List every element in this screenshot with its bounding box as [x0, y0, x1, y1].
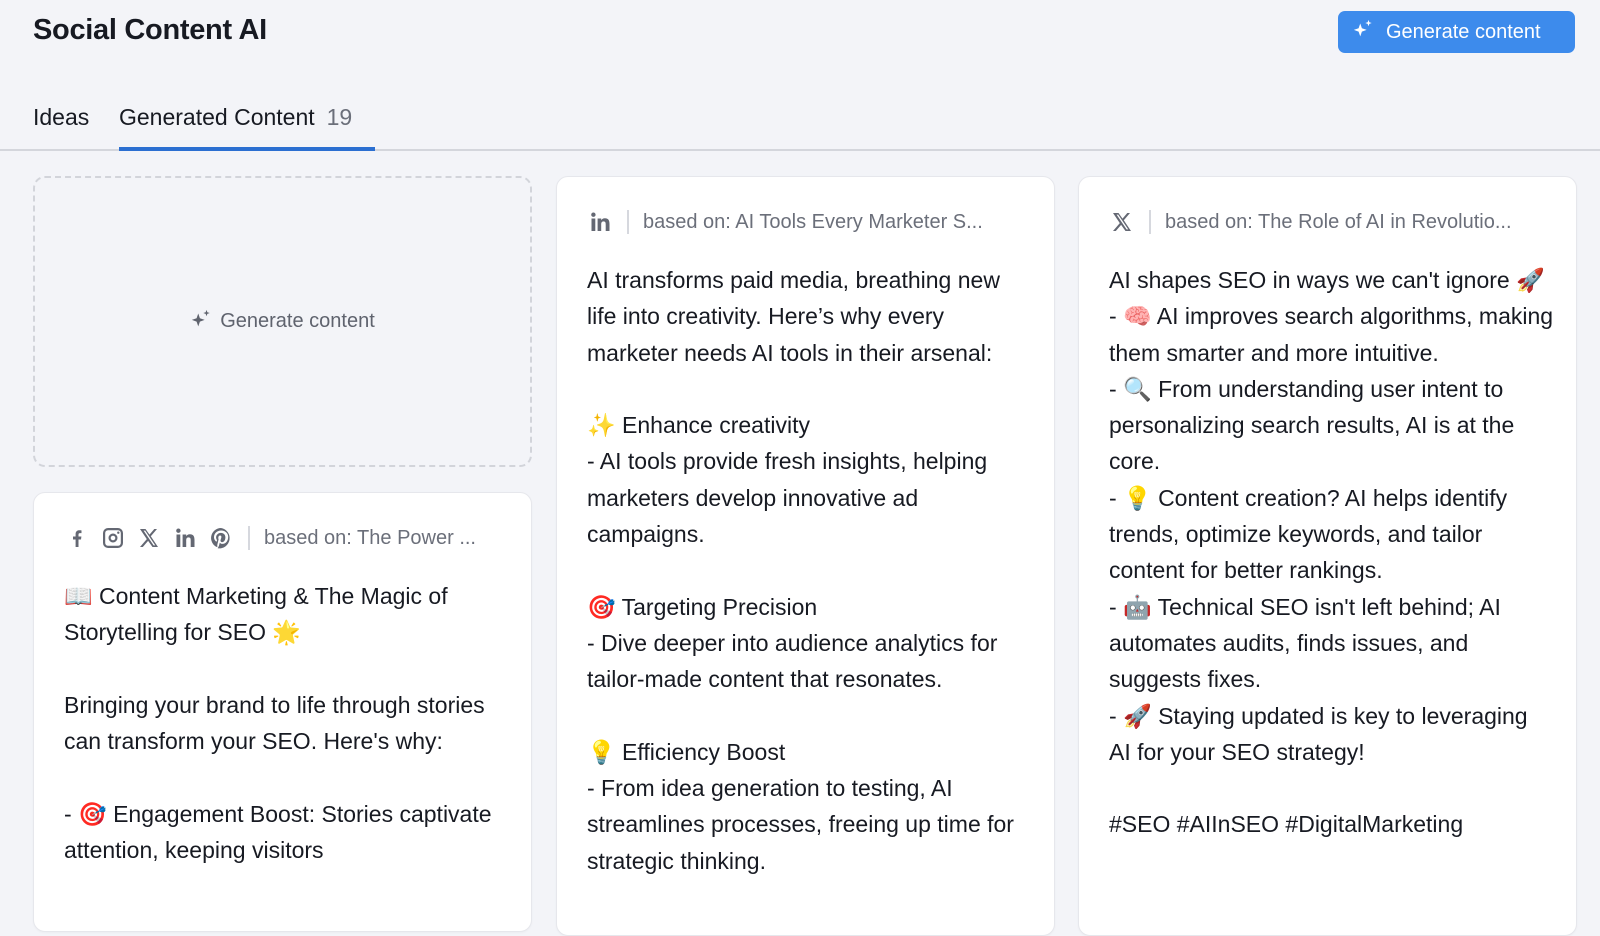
tab-ideas-label: Ideas [33, 104, 90, 130]
x-icon [136, 525, 162, 551]
post-body: AI shapes SEO in ways we can't ignore 🚀 … [1109, 267, 1554, 838]
pinterest-icon [208, 525, 234, 551]
tab-bar: Ideas Generated Content 19 [0, 96, 1600, 151]
tab-ideas[interactable]: Ideas [33, 104, 89, 151]
linkedin-icon [172, 525, 198, 551]
card-header: based on: AI Tools Every Marketer S... [587, 207, 1034, 237]
sparkles-icon [1352, 18, 1374, 46]
x-icon [1109, 209, 1135, 235]
facebook-icon [64, 525, 90, 551]
content-card[interactable]: based on: The Power ... 📖 Content Market… [33, 492, 532, 932]
header-divider [248, 526, 250, 550]
header-divider [627, 210, 629, 234]
tab-generated-content[interactable]: Generated Content 19 [119, 104, 375, 151]
placeholder-label: Generate content [220, 310, 375, 332]
generate-content-button[interactable]: Generate content [1338, 11, 1575, 53]
instagram-icon [100, 525, 126, 551]
based-on-label: based on: The Power ... [264, 526, 476, 549]
card-header: based on: The Role of AI in Revolutio... [1109, 207, 1556, 237]
generate-content-placeholder[interactable]: Generate content [33, 176, 532, 467]
content-card[interactable]: based on: AI Tools Every Marketer S... A… [556, 176, 1055, 936]
post-body: AI transforms paid media, breathing new … [587, 267, 1014, 874]
tab-generated-content-label: Generated Content [119, 104, 315, 130]
page-header: Social Content AI Generate content [0, 0, 1600, 70]
based-on-label: based on: AI Tools Every Marketer S... [643, 210, 983, 233]
based-on-label: based on: The Role of AI in Revolutio... [1165, 210, 1512, 233]
post-body: 📖 Content Marketing & The Magic of Story… [64, 583, 492, 864]
tab-count-badge: 19 [326, 104, 353, 130]
sparkles-icon [190, 308, 212, 336]
generate-content-label: Generate content [1386, 20, 1541, 43]
app-title: Social Content AI [33, 14, 267, 46]
linkedin-icon [587, 209, 613, 235]
content-card[interactable]: based on: The Role of AI in Revolutio...… [1078, 176, 1577, 936]
header-divider [1149, 210, 1151, 234]
card-header: based on: The Power ... [64, 523, 511, 553]
